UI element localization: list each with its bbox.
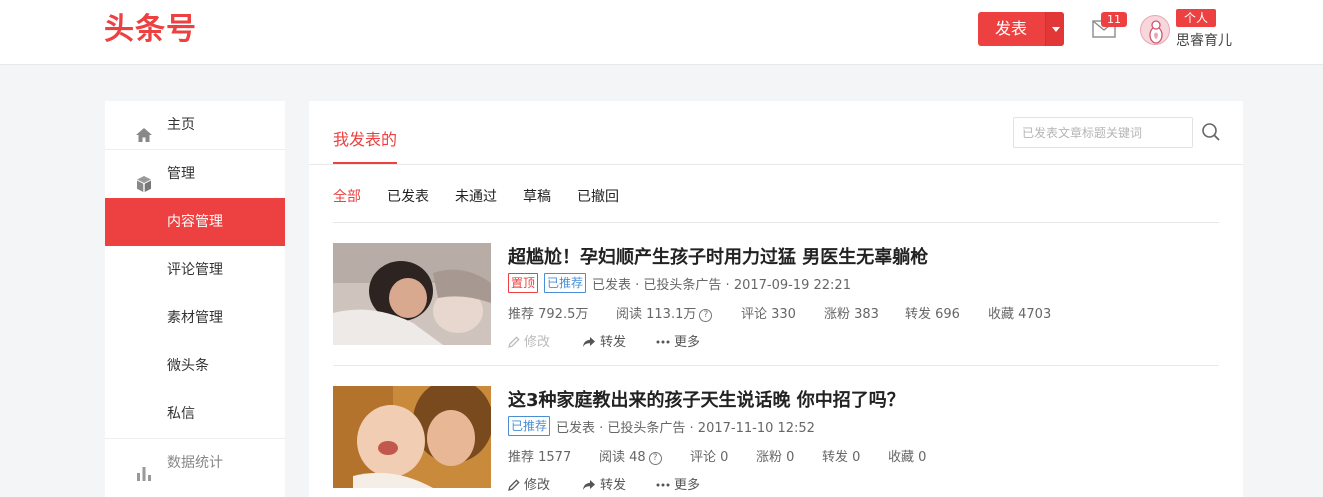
help-icon[interactable]: ? <box>648 452 662 465</box>
filter-published[interactable]: 已发表 <box>387 186 429 206</box>
article-title[interactable]: 超尴尬！孕妇顺产生孩子时用力过猛 男医生无辜躺枪 <box>508 243 928 269</box>
publish-button-label[interactable]: 发表 <box>978 12 1044 46</box>
divider <box>333 365 1219 366</box>
stat-reads: 阅读 113.1万 <box>616 307 697 322</box>
avatar[interactable] <box>1140 15 1170 45</box>
share-arrow-icon <box>583 337 595 347</box>
filter-withdrawn[interactable]: 已撤回 <box>577 186 619 206</box>
article-title[interactable]: 这3种家庭教出来的孩子天生说话晚 你中招了吗？ <box>508 386 905 412</box>
stat-shares: 转发 0 <box>822 450 861 465</box>
publish-button[interactable]: 发表 <box>978 12 1064 46</box>
stat-comments: 评论 330 <box>741 307 796 322</box>
sidebar-item-content-management[interactable]: 内容管理 <box>105 198 285 246</box>
edit-label: 修改 <box>524 335 551 350</box>
logo[interactable]: 头条号 <box>104 12 197 48</box>
sidebar-item-comment-management[interactable]: 评论管理 <box>105 246 285 294</box>
article-meta: 已发表 · 已投头条广告 · 2017-11-10 12:52 <box>556 420 815 436</box>
pinned-badge: 置顶 <box>508 273 539 293</box>
stat-reads-wrap: 阅读 113.1万? <box>616 303 713 322</box>
more-dots-icon <box>656 340 670 344</box>
sidebar-item-label: 内容管理 <box>167 214 223 230</box>
more-label: 更多 <box>674 335 701 350</box>
stat-recommend: 推荐 792.5万 <box>508 307 589 322</box>
top-bar: 头条号 发表 11 个人 思睿育儿 <box>0 0 1323 65</box>
sidebar-item-label: 主页 <box>167 117 195 133</box>
forward-button[interactable]: 转发 <box>582 331 626 350</box>
pencil-icon <box>508 479 520 491</box>
account-type-badge: 个人 <box>1176 9 1216 27</box>
sidebar-item-private-message[interactable]: 私信 <box>105 390 285 438</box>
cube-icon <box>135 165 153 192</box>
sidebar-item-label: 素材管理 <box>167 310 223 326</box>
pencil-icon <box>508 336 520 348</box>
edit-label: 修改 <box>524 478 551 493</box>
sidebar: 主页 管理 内容管理 评论管理 素材管理 微头条 私信 数据统计 <box>105 101 285 497</box>
stat-favorites: 收藏 0 <box>888 450 927 465</box>
tab-my-published[interactable]: 我发表的 <box>333 126 397 150</box>
article-item: 超尴尬！孕妇顺产生孩子时用力过猛 男医生无辜躺枪 置顶 已推荐 已发表 · 已投头条… <box>333 243 1219 366</box>
sidebar-item-material-management[interactable]: 素材管理 <box>105 294 285 342</box>
sidebar-item-label: 评论管理 <box>167 262 223 278</box>
filter-draft[interactable]: 草稿 <box>523 186 551 206</box>
stat-reads: 阅读 48 <box>599 450 646 465</box>
sidebar-item-label: 私信 <box>167 406 195 422</box>
search-input[interactable] <box>1013 117 1193 148</box>
publish-dropdown-caret-icon[interactable] <box>1045 12 1064 46</box>
edit-button[interactable]: 修改 <box>508 331 550 350</box>
article-tags: 置顶 已推荐 已发表 · 已投头条广告 · 2017-09-19 22:21 <box>508 273 851 295</box>
sidebar-item-label: 管理 <box>167 166 195 182</box>
edit-button[interactable]: 修改 <box>508 474 550 493</box>
more-dots-icon <box>656 483 670 487</box>
stat-shares: 转发 696 <box>905 307 960 322</box>
stat-favorites: 收藏 4703 <box>988 307 1052 322</box>
recommended-badge: 已推荐 <box>508 416 551 436</box>
search-icon[interactable] <box>1201 122 1221 142</box>
sidebar-item-home[interactable]: 主页 <box>105 101 285 149</box>
article-item: 这3种家庭教出来的孩子天生说话晚 你中招了吗？ 已推荐 已发表 · 已投头条广告 … <box>333 386 1219 497</box>
article-thumbnail[interactable] <box>333 243 491 345</box>
account-name[interactable]: 思睿育儿 <box>1176 30 1232 50</box>
divider <box>333 222 1219 223</box>
divider <box>309 164 1243 165</box>
recommended-badge: 已推荐 <box>544 273 587 293</box>
more-button[interactable]: 更多 <box>656 474 700 493</box>
stat-fans: 涨粉 383 <box>824 307 879 322</box>
sidebar-item-label: 微头条 <box>167 358 209 374</box>
stat-recommend: 推荐 1577 <box>508 450 572 465</box>
forward-label: 转发 <box>600 478 627 493</box>
forward-button[interactable]: 转发 <box>582 474 626 493</box>
stat-comments: 评论 0 <box>690 450 729 465</box>
bar-chart-icon <box>135 454 153 481</box>
filter-rejected[interactable]: 未通过 <box>455 186 497 206</box>
main-panel: 我发表的 全部 已发表 未通过 草稿 已撤回 超尴尬！孕妇顺产生孩子时用力过猛 … <box>309 101 1243 497</box>
article-thumbnail[interactable] <box>333 386 491 488</box>
stat-fans: 涨粉 0 <box>756 450 795 465</box>
stat-reads-wrap: 阅读 48? <box>599 446 662 465</box>
forward-label: 转发 <box>600 335 627 350</box>
article-meta: 已发表 · 已投头条广告 · 2017-09-19 22:21 <box>592 277 851 293</box>
sidebar-item-statistics[interactable]: 数据统计 <box>105 439 285 487</box>
more-button[interactable]: 更多 <box>656 331 700 350</box>
sidebar-item-micro-toutiao[interactable]: 微头条 <box>105 342 285 390</box>
mail-count-badge: 11 <box>1101 12 1127 27</box>
sidebar-item-manage[interactable]: 管理 <box>105 150 285 198</box>
article-tags: 已推荐 已发表 · 已投头条广告 · 2017-11-10 12:52 <box>508 416 815 438</box>
share-arrow-icon <box>583 480 595 490</box>
more-label: 更多 <box>674 478 701 493</box>
filter-all[interactable]: 全部 <box>333 186 361 206</box>
home-icon <box>135 116 153 142</box>
sidebar-item-label: 数据统计 <box>167 455 223 471</box>
help-icon[interactable]: ? <box>699 309 713 322</box>
